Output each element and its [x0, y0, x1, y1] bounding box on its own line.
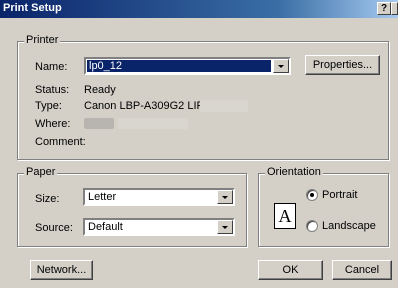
chevron-down-icon[interactable] — [217, 220, 233, 234]
portrait-radio[interactable] — [306, 189, 318, 201]
title-bar[interactable]: Print Setup ? — [0, 0, 398, 18]
name-label: Name: — [35, 61, 68, 73]
paper-size-value: Letter — [88, 191, 117, 203]
redacted-area — [118, 118, 188, 129]
portrait-label[interactable]: Portrait — [322, 189, 357, 201]
size-label: Size: — [35, 193, 60, 205]
where-label: Where: — [35, 118, 71, 130]
portrait-page-icon: A — [274, 203, 296, 229]
printer-name-combo[interactable]: lp0_12 — [84, 57, 291, 75]
source-label: Source: — [35, 222, 73, 234]
help-button[interactable]: ? — [377, 2, 391, 15]
type-value: Canon LBP-A309G2 LIPS3 — [84, 100, 218, 112]
status-value: Ready — [84, 84, 116, 96]
comment-label: Comment: — [35, 136, 86, 148]
close-button[interactable] — [391, 2, 398, 15]
dialog-title: Print Setup — [3, 2, 62, 14]
chevron-down-icon[interactable] — [217, 190, 233, 204]
paper-size-combo[interactable]: Letter — [83, 188, 235, 206]
properties-button[interactable]: Properties... — [305, 55, 380, 75]
status-label: Status: — [35, 84, 70, 96]
redacted-area — [200, 100, 248, 112]
network-button[interactable]: Network... — [30, 260, 93, 280]
paper-source-combo[interactable]: Default — [83, 218, 235, 236]
type-label: Type: — [35, 100, 62, 112]
cancel-button[interactable]: Cancel — [332, 260, 392, 280]
paper-source-value: Default — [88, 221, 123, 233]
landscape-radio[interactable] — [306, 220, 318, 232]
printer-legend: Printer — [24, 34, 61, 46]
orientation-legend: Orientation — [265, 166, 323, 178]
landscape-label[interactable]: Landscape — [322, 220, 376, 232]
paper-legend: Paper — [24, 166, 58, 178]
where-value-redacted — [84, 118, 114, 129]
print-setup-dialog: Print Setup ? Printer Name: lp0_12 Prope… — [0, 0, 398, 288]
chevron-down-icon[interactable] — [273, 59, 289, 73]
printer-name-value: lp0_12 — [87, 60, 271, 72]
ok-button[interactable]: OK — [258, 260, 323, 280]
